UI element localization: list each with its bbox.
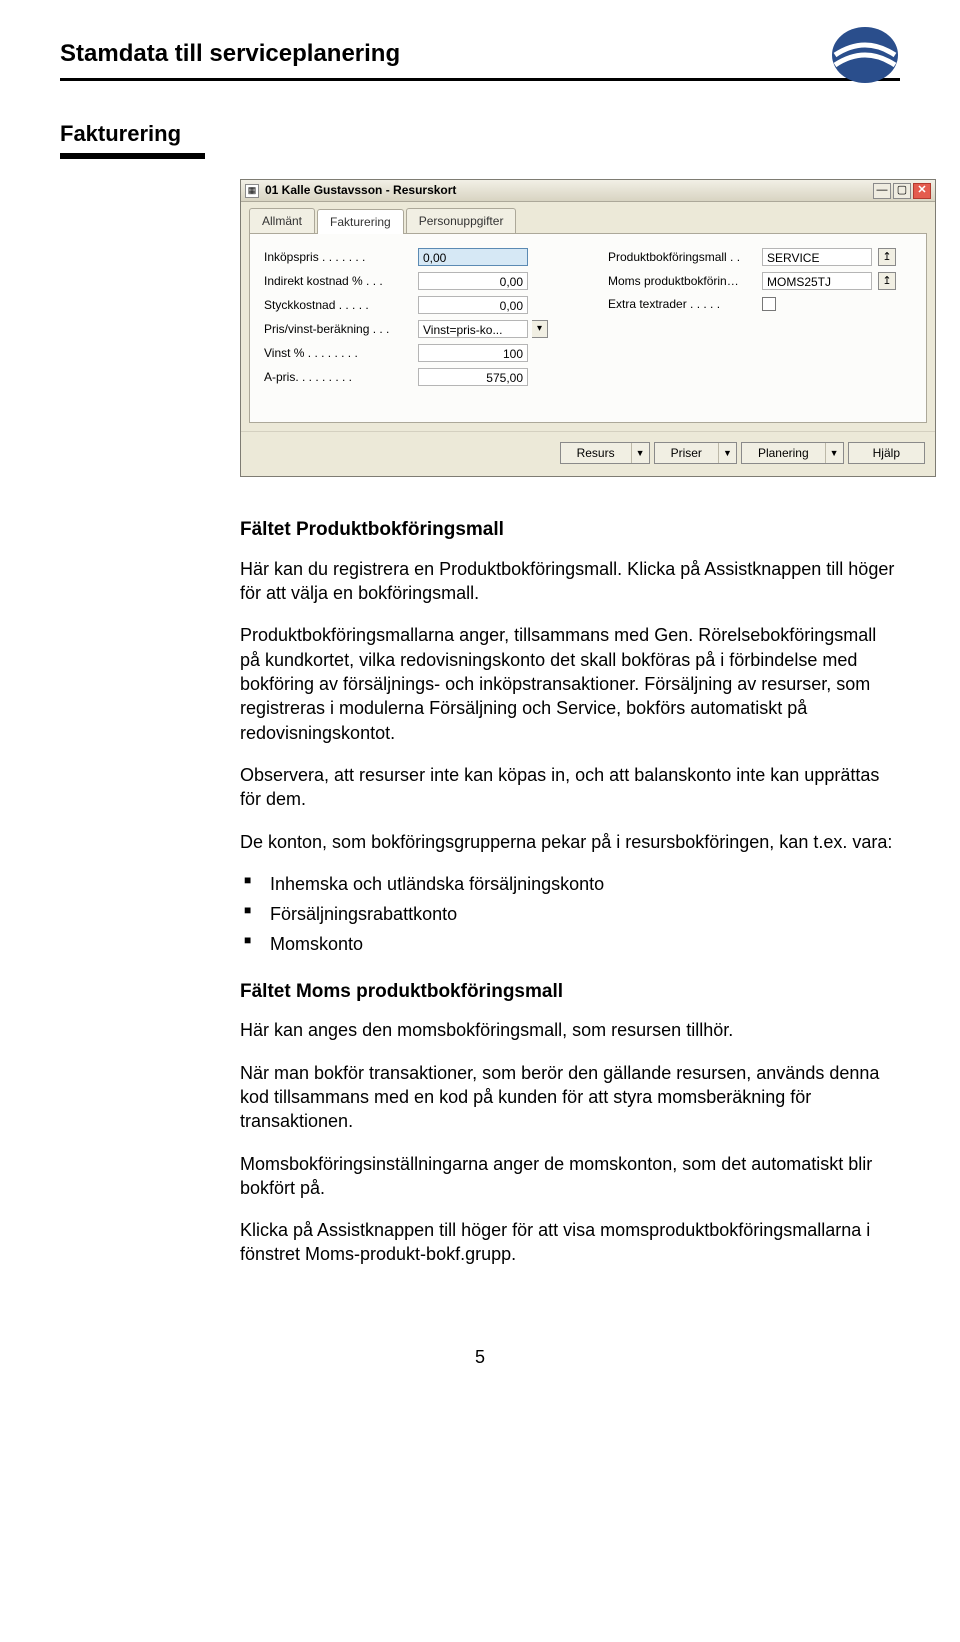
list-item: Försäljningsrabattkonto	[240, 902, 900, 926]
paragraph: De konton, som bokföringsgrupperna pekar…	[240, 830, 900, 854]
field-label: Pris/vinst-beräkning . . .	[264, 321, 414, 337]
tab-fakturering[interactable]: Fakturering	[317, 209, 404, 234]
button-label: Hjälp	[849, 445, 924, 461]
list-item: Momskonto	[240, 932, 900, 956]
field-input[interactable]: 575,00	[418, 368, 528, 386]
form-row: Moms produktbokförin…MOMS25TJ ↥	[608, 272, 912, 290]
form-row: Vinst % . . . . . . . .100	[264, 344, 568, 362]
page-header: Stamdata till serviceplanering	[60, 40, 900, 81]
page-title: Stamdata till serviceplanering	[60, 40, 900, 68]
field-label: Inköpspris . . . . . . .	[264, 249, 414, 265]
field-input[interactable]: SERVICE	[762, 248, 872, 266]
paragraph: När man bokför transaktioner, som berör …	[240, 1061, 900, 1134]
chevron-down-icon[interactable]: ▾	[532, 320, 548, 338]
field-input[interactable]: 0,00	[418, 296, 528, 314]
form-row: Produktbokföringsmall . .SERVICE ↥	[608, 248, 912, 266]
paragraph: Produktbokföringsmallarna anger, tillsam…	[240, 623, 900, 744]
hjälp-button[interactable]: Hjälp	[848, 442, 925, 464]
minimize-button[interactable]: —	[873, 183, 891, 199]
paragraph: Här kan anges den momsbokföringsmall, so…	[240, 1018, 900, 1042]
field-label: Extra textrader . . . . .	[608, 296, 758, 312]
field-label: Vinst % . . . . . . . .	[264, 345, 414, 361]
assist-button[interactable]: ↥	[878, 248, 896, 266]
window-titlebar: ▦ 01 Kalle Gustavsson - Resurskort — ▢ ✕	[241, 180, 935, 202]
window-icon: ▦	[245, 184, 259, 198]
priser-button[interactable]: Priser▼	[654, 442, 737, 464]
chevron-down-icon[interactable]: ▼	[825, 443, 843, 463]
tab-allmänt[interactable]: Allmänt	[249, 208, 315, 233]
resource-card-window: ▦ 01 Kalle Gustavsson - Resurskort — ▢ ✕…	[240, 179, 936, 477]
page-number: 5	[60, 1347, 900, 1368]
field-input[interactable]: 0,00	[418, 272, 528, 290]
list-item: Inhemska och utländska försäljningskonto	[240, 872, 900, 896]
field-label: Produktbokföringsmall . .	[608, 249, 758, 265]
section-heading: Fakturering	[60, 121, 900, 159]
field-label: Moms produktbokförin…	[608, 273, 758, 289]
field-label: A-pris. . . . . . . . .	[264, 369, 414, 385]
form-row: Styckkostnad . . . . .0,00	[264, 296, 568, 314]
field-label: Styckkostnad . . . . .	[264, 297, 414, 313]
field-label: Indirekt kostnad % . . .	[264, 273, 414, 289]
button-label: Resurs	[561, 445, 631, 461]
checkbox[interactable]	[762, 297, 776, 311]
window-title: 01 Kalle Gustavsson - Resurskort	[265, 182, 456, 198]
form-row: Pris/vinst-beräkning . . .Vinst=pris-ko.…	[264, 320, 568, 338]
tab-personuppgifter[interactable]: Personuppgifter	[406, 208, 517, 233]
paragraph: Här kan du registrera en Produktbokförin…	[240, 557, 900, 606]
field-input[interactable]: MOMS25TJ	[762, 272, 872, 290]
field-input[interactable]: 100	[418, 344, 528, 362]
button-label: Planering	[742, 445, 825, 461]
logo-icon	[830, 25, 900, 85]
chevron-down-icon[interactable]: ▼	[718, 443, 736, 463]
form-row: Extra textrader . . . . .	[608, 296, 912, 312]
form-row: Indirekt kostnad % . . .0,00	[264, 272, 568, 290]
resurs-button[interactable]: Resurs▼	[560, 442, 650, 464]
field-input[interactable]: 0,00	[418, 248, 528, 266]
form-row: Inköpspris . . . . . . .0,00	[264, 248, 568, 266]
form-row: A-pris. . . . . . . . .575,00	[264, 368, 568, 386]
planering-button[interactable]: Planering▼	[741, 442, 844, 464]
field-heading-2: Fältet Moms produktbokföringsmall	[240, 979, 900, 1005]
field-heading-1: Fältet Produktbokföringsmall	[240, 517, 900, 543]
button-label: Priser	[655, 445, 718, 461]
chevron-down-icon[interactable]: ▼	[631, 443, 649, 463]
paragraph: Momsbokföringsinställningarna anger de m…	[240, 1152, 900, 1201]
assist-button[interactable]: ↥	[878, 272, 896, 290]
close-button[interactable]: ✕	[913, 183, 931, 199]
paragraph: Observera, att resurser inte kan köpas i…	[240, 763, 900, 812]
field-input[interactable]: Vinst=pris-ko...	[418, 320, 528, 338]
maximize-button[interactable]: ▢	[893, 183, 911, 199]
paragraph: Klicka på Assistknappen till höger för a…	[240, 1218, 900, 1267]
